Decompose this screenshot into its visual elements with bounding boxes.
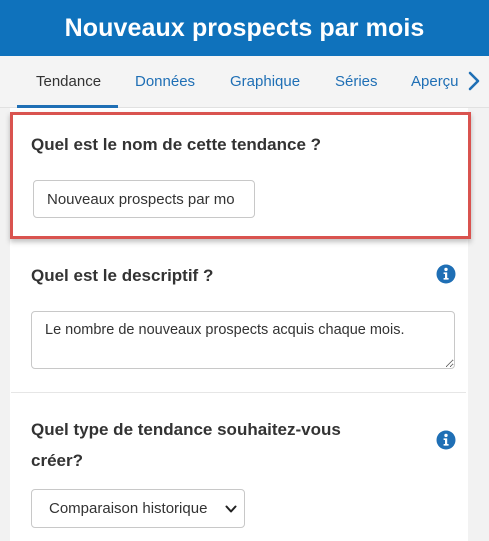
description-question: Quel est le descriptif ?	[31, 266, 214, 285]
tab-tendance[interactable]: Tendance	[36, 73, 101, 90]
trend-type-select[interactable]: Comparaison historique	[31, 489, 245, 528]
description-textarea[interactable]: Le nombre de nouveaux prospects acquis c…	[31, 311, 455, 369]
info-icon[interactable]	[436, 264, 456, 284]
tab-donnees[interactable]: Données	[135, 73, 195, 90]
page-title: Nouveaux prospects par mois	[64, 13, 425, 42]
tab-bar: Tendance Données Graphique Séries Aperçu	[0, 56, 489, 108]
tab-apercu[interactable]: Aperçu	[411, 73, 459, 90]
app-header: Nouveaux prospects par mois	[0, 0, 489, 56]
trend-type-selected-value: Comparaison historique	[49, 500, 208, 517]
type-question-line2: créer?	[31, 451, 83, 470]
name-question: Quel est le nom de cette tendance ?	[31, 135, 322, 154]
chevron-down-icon	[225, 505, 237, 513]
trend-name-input[interactable]	[33, 180, 255, 218]
section-divider	[11, 392, 466, 393]
info-icon[interactable]	[436, 430, 456, 450]
chevron-right-icon[interactable]	[466, 70, 482, 92]
tab-series[interactable]: Séries	[335, 73, 378, 90]
tab-graphique[interactable]: Graphique	[230, 73, 300, 90]
type-question-line1: Quel type de tendance souhaitez-vous	[31, 420, 341, 439]
